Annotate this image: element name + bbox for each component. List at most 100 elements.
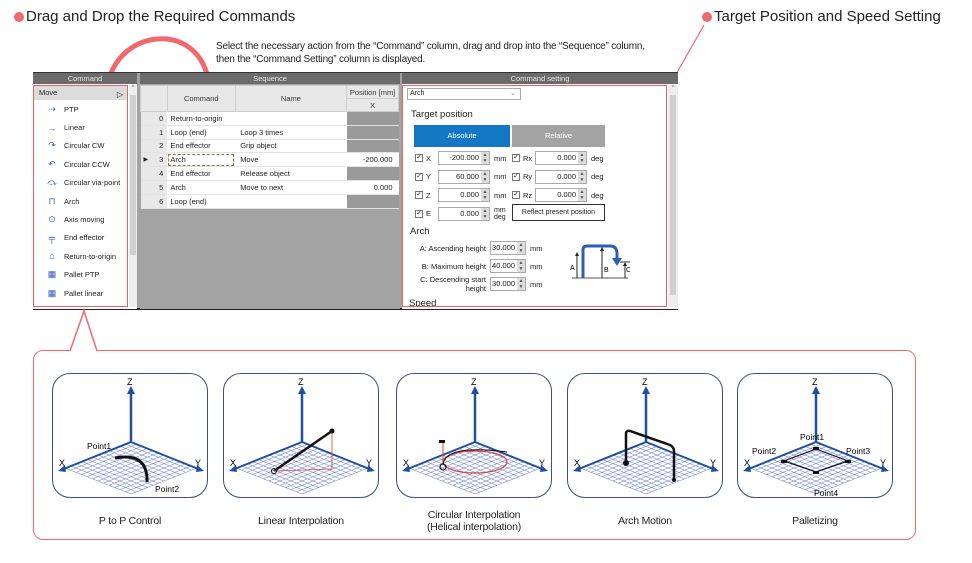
row-command[interactable]: Return-to-origin (167, 111, 236, 126)
command-group-label: Move (39, 88, 58, 97)
row-command[interactable]: Loop (end) (167, 194, 236, 209)
axis-value-input[interactable]: -200.000 ▲ ▼ (438, 151, 490, 165)
command-list: Move ▷ ⇢ PTP → Linear ↷ Circular CW ↶ Circular … (33, 85, 128, 307)
point1-label: Point1 (87, 441, 111, 451)
row-command[interactable]: Arch (167, 152, 236, 168)
expand-triangle-icon[interactable]: ▷ (117, 88, 123, 102)
spinner-icon[interactable]: ▲ ▼ (517, 242, 525, 254)
row-position-x[interactable]: -200.000 (346, 152, 399, 168)
command-item-arch[interactable]: ⊓ Arch (34, 192, 127, 210)
command-scrollbar[interactable]: ^ (129, 85, 137, 307)
command-item-label: Axis moving (64, 215, 105, 225)
row-name[interactable]: Move to next (235, 180, 347, 195)
setting-scrollbar[interactable]: ^ (668, 85, 678, 307)
row-command[interactable]: Arch (167, 180, 236, 195)
z-axis-arrow-icon (127, 386, 135, 394)
axis-checkbox[interactable]: ✓ (415, 209, 423, 218)
point1-label: Point1 (800, 432, 824, 442)
axis-checkbox[interactable]: ✓ (512, 172, 520, 181)
relative-mode-button[interactable]: Relative (512, 125, 605, 147)
motion-diagram: Z X Y (573, 377, 719, 495)
spinner-icon[interactable]: ▲ ▼ (517, 260, 525, 272)
scroll-up-icon[interactable]: ^ (129, 85, 137, 91)
x-axis-label: X (574, 458, 580, 468)
sequence-row[interactable]: 2 End effector Grip object (140, 139, 399, 154)
arch-field-label: C: Descending start height (420, 275, 486, 293)
arch-value-input[interactable]: 30.000 ▲ ▼ (490, 241, 526, 255)
command-item-axis-moving[interactable]: ⊙ Axis moving (34, 210, 127, 228)
axis-value-input[interactable]: 0.000 ▲ ▼ (438, 188, 490, 202)
sequence-row[interactable]: ▶ 3 Arch Move -200.000 (140, 152, 399, 168)
scrollbar-thumb[interactable] (670, 95, 676, 295)
command-item-end-effector[interactable]: ╤ End effector (34, 229, 127, 247)
command-item-linear[interactable]: → Linear (34, 118, 127, 136)
sequence-row[interactable]: 5 Arch Move to next 0.000 (140, 180, 399, 195)
axis-value-input[interactable]: 0.000 ▲ ▼ (438, 206, 490, 221)
scrollbar-thumb[interactable] (130, 95, 136, 255)
arch-value-input[interactable]: 40.000 ▲ ▼ (490, 259, 526, 273)
row-position-x[interactable] (346, 166, 399, 181)
spinner-icon[interactable]: ▲ ▼ (481, 207, 489, 220)
spinner-icon[interactable]: ▲ ▼ (481, 189, 489, 201)
axis-checkbox[interactable]: ✓ (512, 154, 520, 162)
motion-caption: Linear Interpolation (223, 515, 379, 527)
row-name[interactable]: Release object (235, 166, 347, 181)
command-group-move[interactable]: Move ▷ (34, 86, 127, 100)
axis-checkbox[interactable]: ✓ (415, 154, 423, 162)
spinner-icon[interactable]: ▲ ▼ (481, 152, 489, 164)
axis-value-input[interactable]: 0.000 ▲ ▼ (535, 151, 587, 165)
spinner-icon[interactable]: ▲ ▼ (578, 152, 586, 164)
sequence-row[interactable]: 0 Return-to-origin (140, 111, 399, 126)
sequence-row[interactable]: 4 End effector Release object (140, 166, 399, 181)
position-column-header[interactable]: Position [mm] (346, 85, 399, 99)
point3-label: Point3 (846, 446, 870, 456)
command-item-circular-cw[interactable]: ↷ Circular CW (34, 137, 127, 155)
reflect-present-position-button[interactable]: Reflect present position (512, 204, 605, 221)
name-column-header[interactable]: Name (234, 85, 348, 112)
command-item-label: Circular CCW (64, 159, 110, 169)
command-item-ptp[interactable]: ⇢ PTP (34, 100, 127, 118)
command-item-circular-via-point[interactable]: ⤼ Circular via-point (34, 174, 127, 192)
axis-value-input[interactable]: 60.000 ▲ ▼ (438, 169, 490, 184)
absolute-mode-button[interactable]: Absolute (414, 125, 510, 147)
command-item-pallet-linear[interactable]: ▦ Pallet linear (34, 284, 127, 302)
command-type-select[interactable]: Arch ⌄ (407, 88, 521, 100)
spinner-icon[interactable]: ▲ ▼ (481, 170, 489, 183)
z-axis-arrow-icon (471, 386, 479, 394)
row-position-x[interactable] (346, 111, 399, 126)
axis-checkbox[interactable]: ✓ (415, 191, 423, 199)
pallet-point4-marker (813, 471, 819, 474)
row-name[interactable]: Grip object (235, 139, 347, 154)
sequence-row[interactable]: 1 Loop (end) Loop 3 times (140, 125, 399, 140)
row-command[interactable]: End effector (167, 139, 236, 154)
scroll-up-icon[interactable]: ^ (668, 85, 678, 91)
row-position-x[interactable] (346, 194, 399, 209)
row-name[interactable] (235, 111, 347, 126)
axis-value-input[interactable]: 0.000 ▲ ▼ (535, 169, 587, 184)
spinner-icon[interactable]: ▲ ▼ (578, 170, 586, 183)
command-item-circular-ccw[interactable]: ↶ Circular CCW (34, 155, 127, 173)
sequence-row[interactable]: 6 Loop (end) (140, 194, 399, 209)
row-command[interactable]: End effector (167, 166, 236, 181)
axis-value-input[interactable]: 0.000 ▲ ▼ (535, 188, 587, 202)
command-item-return-to-origin[interactable]: ⌂ Return-to-origin (34, 247, 127, 265)
row-position-x[interactable] (346, 125, 399, 140)
motion-caption: Arch Motion (567, 515, 723, 527)
arch-a-label: A (570, 265, 575, 272)
row-command[interactable]: Loop (end) (167, 125, 236, 140)
row-position-x[interactable]: 0.000 (346, 180, 399, 195)
circular-path-base (442, 450, 508, 474)
row-position-x[interactable] (346, 139, 399, 154)
row-name[interactable]: Loop 3 times (235, 125, 347, 140)
arch-value-input[interactable]: 30.000 ▲ ▼ (490, 277, 526, 291)
spinner-icon[interactable]: ▲ ▼ (517, 278, 525, 290)
command-column-header[interactable]: Command (166, 85, 236, 112)
target-field-ry: ✓ Ry 0.000 ▲ ▼ deg (512, 169, 604, 184)
command-item-pallet-ptp[interactable]: ▦ Pallet PTP (34, 266, 127, 284)
spinner-icon[interactable]: ▲ ▼ (578, 189, 586, 201)
axis-checkbox[interactable]: ✓ (415, 172, 423, 181)
row-name[interactable] (235, 194, 347, 209)
row-name[interactable]: Move (235, 152, 347, 168)
axis-checkbox[interactable]: ✓ (512, 191, 520, 199)
z-axis-label: Z (471, 377, 477, 387)
